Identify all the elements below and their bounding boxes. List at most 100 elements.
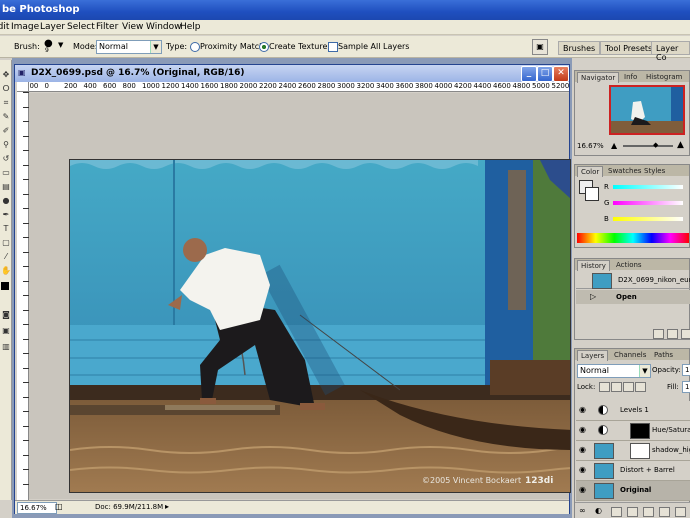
channel-g-slider[interactable] <box>613 201 683 205</box>
tab-info[interactable]: Info <box>621 72 640 82</box>
zoom-out-icon[interactable]: ▲ <box>611 141 617 150</box>
fill-field[interactable]: 10 <box>682 381 690 393</box>
trash-icon[interactable] <box>675 507 686 517</box>
status-arrow-icon[interactable]: ▸ <box>165 502 169 511</box>
channel-r-slider[interactable] <box>613 185 683 189</box>
screen-mode-icon[interactable]: ▣ <box>1 326 11 336</box>
tab-history[interactable]: History <box>577 260 610 271</box>
menu-window[interactable]: Window <box>146 22 182 32</box>
eraser-tool-icon[interactable]: ▭ <box>1 168 11 178</box>
app-title-bar[interactable]: be Photoshop <box>0 0 690 20</box>
menu-help[interactable]: Help <box>180 22 201 32</box>
zoom-in-icon[interactable]: ▲ <box>677 140 684 150</box>
eyedropper-icon[interactable]: ⁄ <box>1 252 11 262</box>
tab-styles[interactable]: Styles <box>641 166 668 176</box>
hand-tool-icon[interactable]: ✋ <box>1 266 11 276</box>
shape-tool-icon[interactable]: ▢ <box>1 238 11 248</box>
opacity-field[interactable]: 10 <box>682 364 690 376</box>
close-icon[interactable]: ✕ <box>553 66 569 82</box>
tab-swatches[interactable]: Swatches <box>605 166 644 176</box>
color-ramp[interactable] <box>577 233 689 243</box>
new-document-icon[interactable] <box>653 329 664 339</box>
ruler-horizontal[interactable]: 2000200400600800100012001400160018002000… <box>29 82 569 92</box>
tab-layer-comps[interactable]: Layer Co <box>651 41 690 62</box>
blend-mode-select[interactable]: Normal ▼ <box>577 364 651 378</box>
history-state-open[interactable]: ▷ Open <box>576 290 690 304</box>
history-snapshot[interactable]: D2X_0699_nikon_europ <box>576 271 690 289</box>
new-group-icon[interactable] <box>627 507 638 517</box>
lock-transparent-icon[interactable] <box>599 382 610 392</box>
brush-tool-icon[interactable]: ✐ <box>1 126 11 136</box>
eye-icon[interactable]: ◉ <box>579 446 587 454</box>
eye-icon[interactable]: ◉ <box>579 426 587 434</box>
layer-row[interactable]: ◉ Distort + Barrel <box>576 461 690 481</box>
menu-layer[interactable]: Layer <box>40 22 65 32</box>
channel-b-slider[interactable] <box>613 217 683 221</box>
tab-histogram[interactable]: Histogram <box>643 72 685 82</box>
layer-style-icon[interactable]: ◐ <box>595 506 602 515</box>
tab-channels[interactable]: Channels <box>611 350 649 360</box>
lock-position-icon[interactable] <box>623 382 634 392</box>
tab-color[interactable]: Color <box>577 166 604 177</box>
quick-mask-icon[interactable]: ◙ <box>1 310 11 320</box>
ruler-origin[interactable] <box>17 82 29 92</box>
layer-row[interactable]: ◉ Hue/Saturat <box>576 421 690 441</box>
pen-tool-icon[interactable]: ✒ <box>1 210 11 220</box>
maximize-icon[interactable]: □ <box>537 66 553 82</box>
stamp-tool-icon[interactable]: ⚲ <box>1 140 11 150</box>
create-texture-radio[interactable] <box>259 42 269 52</box>
lasso-tool-icon[interactable]: ⵔ <box>1 84 11 94</box>
foreground-color-swatch[interactable] <box>1 282 9 290</box>
document-image[interactable]: ©2005 Vincent Bockaert 123di <box>69 159 571 493</box>
tab-navigator[interactable]: Navigator <box>577 72 620 83</box>
tab-tool-presets[interactable]: Tool Presets <box>600 41 658 55</box>
eye-icon[interactable]: ◉ <box>579 486 587 494</box>
new-layer-icon[interactable] <box>659 507 670 517</box>
menu-image[interactable]: Image <box>11 22 39 32</box>
add-mask-icon[interactable] <box>611 507 622 517</box>
background-swatch[interactable] <box>585 187 599 201</box>
proximity-radio[interactable] <box>190 42 200 52</box>
history-brush-icon[interactable]: ↺ <box>1 154 11 164</box>
history-brush-source-icon[interactable]: ▷ <box>590 292 596 301</box>
eye-icon[interactable]: ◉ <box>579 406 587 414</box>
canvas-area[interactable]: ©2005 Vincent Bockaert 123di <box>29 93 571 499</box>
navigator-preview[interactable] <box>609 85 685 135</box>
lock-all-icon[interactable] <box>635 382 646 392</box>
trash-icon[interactable] <box>681 329 690 339</box>
layer-row-selected[interactable]: ◉ Original <box>576 481 690 501</box>
jump-to-imageready-icon[interactable]: ▥ <box>1 342 11 352</box>
new-snapshot-icon[interactable] <box>667 329 678 339</box>
new-fill-layer-icon[interactable] <box>643 507 654 517</box>
sample-all-checkbox[interactable] <box>328 42 338 52</box>
zoom-slider[interactable] <box>623 145 673 147</box>
gradient-tool-icon[interactable]: ▤ <box>1 182 11 192</box>
tab-actions[interactable]: Actions <box>613 260 645 270</box>
tab-paths[interactable]: Paths <box>651 350 676 360</box>
lock-image-icon[interactable] <box>611 382 622 392</box>
dodge-tool-icon[interactable]: ● <box>1 196 11 206</box>
brush-dropdown-icon[interactable]: ▼ <box>58 41 63 49</box>
menu-edit[interactable]: Edit <box>0 22 9 32</box>
navigator-zoom[interactable]: 16.67% <box>577 142 604 150</box>
palette-well-icon[interactable]: ▣ <box>532 39 548 55</box>
mode-select[interactable]: Normal ▼ <box>96 40 162 54</box>
zoom-slider-handle[interactable]: ◆ <box>653 141 658 149</box>
menu-view[interactable]: View <box>122 22 143 32</box>
eye-icon[interactable]: ◉ <box>579 466 587 474</box>
crop-tool-icon[interactable]: ⌗ <box>1 98 11 108</box>
zoom-field[interactable]: 16.67% <box>17 502 57 514</box>
link-icon[interactable]: ∞ <box>579 506 586 515</box>
document-title-bar[interactable]: ▣ D2X_0699.psd @ 16.7% (Original, RGB/16… <box>15 65 569 82</box>
tab-layers[interactable]: Layers <box>577 350 609 361</box>
layer-row[interactable]: ◉ shadow_high <box>576 441 690 461</box>
healing-brush-icon[interactable]: ✎ <box>1 112 11 122</box>
tab-brushes[interactable]: Brushes <box>558 41 601 55</box>
move-tool-icon[interactable]: ✥ <box>1 70 11 80</box>
minimize-icon[interactable]: _ <box>521 66 537 82</box>
layer-row[interactable]: ◉ Levels 1 <box>576 401 690 421</box>
type-tool-icon[interactable]: T <box>1 224 11 234</box>
ruler-vertical[interactable] <box>17 92 29 501</box>
status-icon[interactable]: ◫ <box>55 502 63 511</box>
menu-select[interactable]: Select <box>67 22 95 32</box>
